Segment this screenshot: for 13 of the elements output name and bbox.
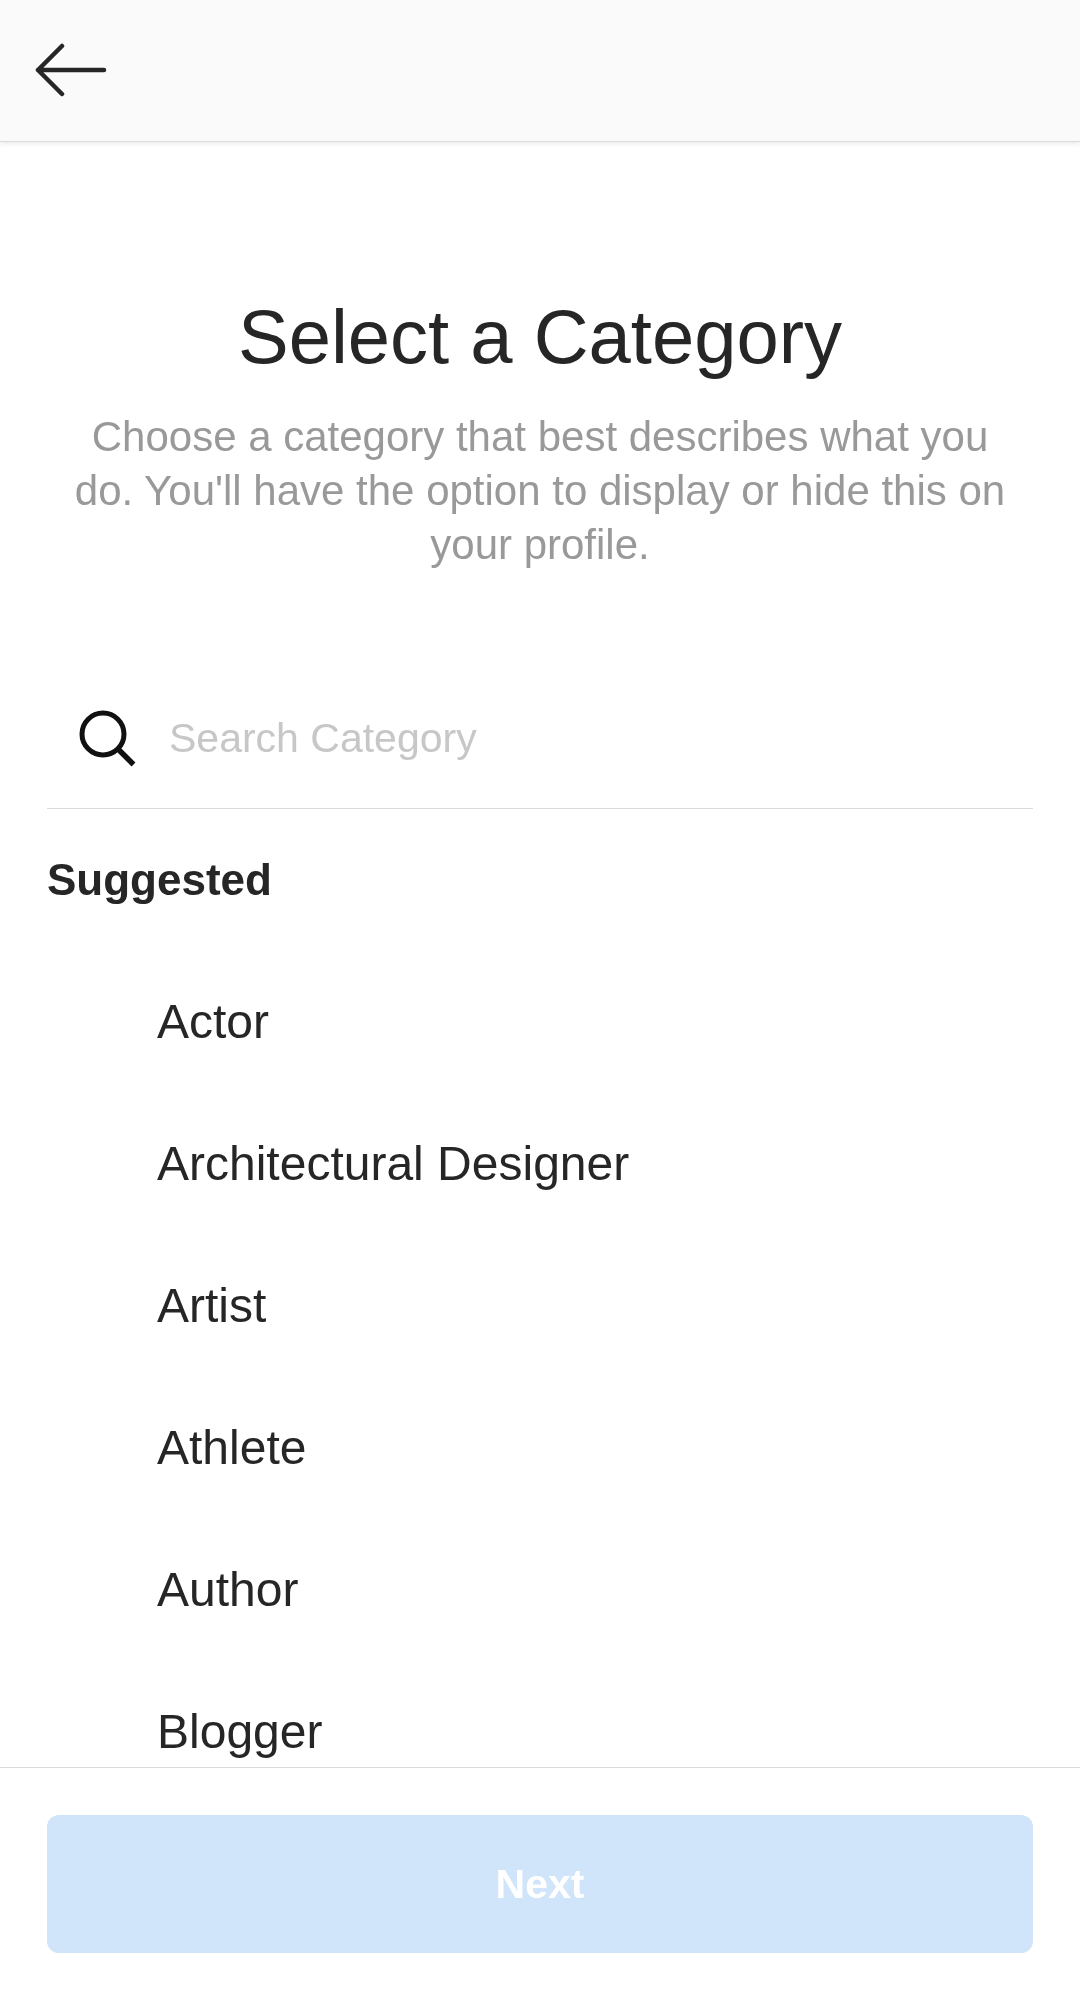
category-option[interactable]: Architectural Designer: [47, 1092, 1033, 1234]
category-option[interactable]: Author: [47, 1518, 1033, 1660]
search-icon: [79, 709, 136, 767]
category-option[interactable]: Artist: [47, 1234, 1033, 1376]
back-button[interactable]: [35, 42, 107, 97]
description-text: Choose a category that best describes what you do. You'll have the option to display or hide this on your profile.: [73, 412, 1007, 570]
category-option[interactable]: Actor: [47, 950, 1033, 1092]
search-field[interactable]: Search Category: [169, 708, 1033, 768]
category-option[interactable]: Blogger: [47, 1660, 1033, 1767]
back-arrow-icon: [35, 42, 107, 97]
section-heading: Suggested: [47, 854, 273, 906]
category-option[interactable]: Athlete: [47, 1376, 1033, 1518]
page-title: Select a Category: [236, 293, 844, 381]
